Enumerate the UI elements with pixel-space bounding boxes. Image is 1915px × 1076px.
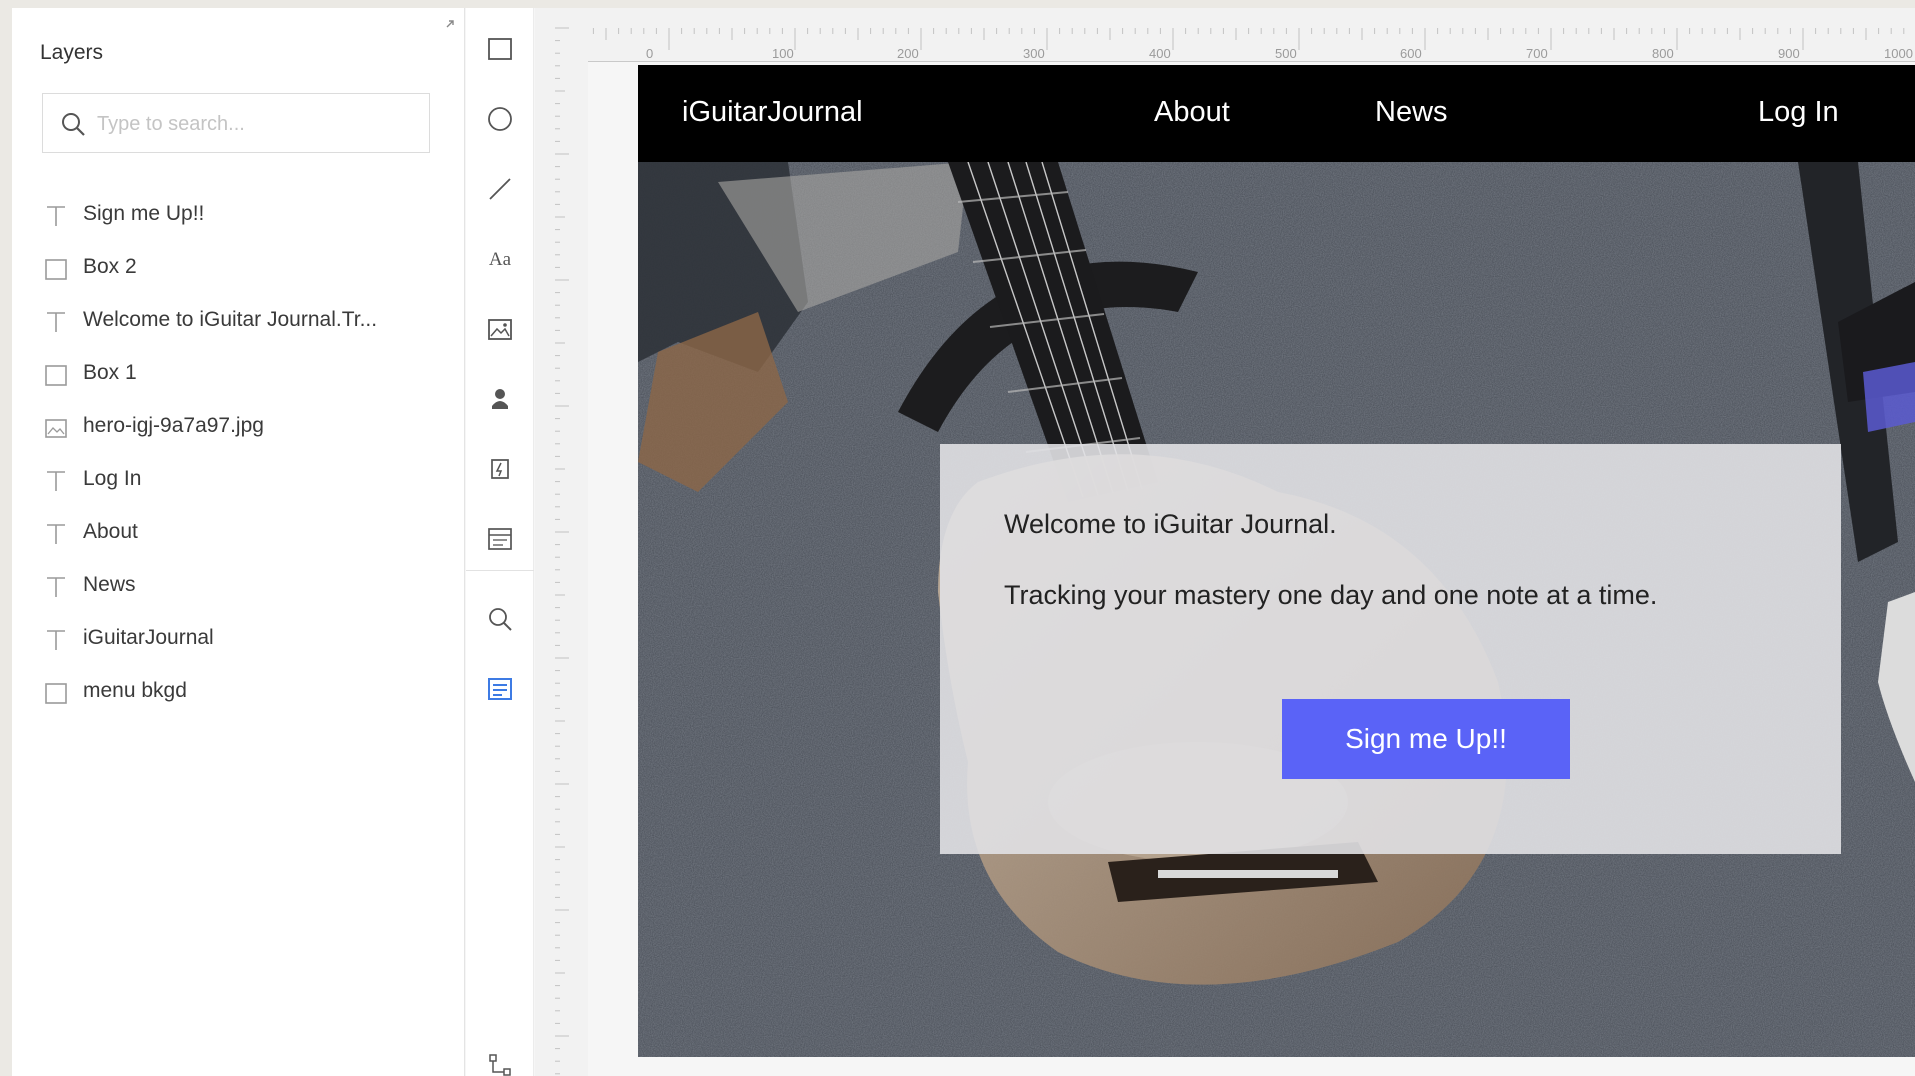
ruler-label: 900 [1778,46,1800,61]
layer-label: Box 2 [83,255,137,278]
links-tool[interactable] [482,1048,518,1076]
image-layer-icon [42,414,70,442]
line-icon [489,178,511,200]
layer-item[interactable]: iGuitarJournal [12,613,465,666]
tool-strip: Aa [466,8,534,1076]
search-icon [59,110,87,138]
welcome-tagline[interactable]: Tracking your mastery one day and one no… [1004,580,1657,611]
image-icon [488,319,512,340]
artboard[interactable]: iGuitarJournal About News Log In Welcome… [638,65,1915,1057]
vertical-ruler: 0 100 200 300 400 500 600 700 800 [535,8,611,1076]
layer-item[interactable]: Log In [12,454,465,507]
text-layer-icon [42,520,70,548]
ruler-label: 1000 [1884,46,1913,61]
rectangle-layer-icon [42,255,70,283]
image-tool[interactable] [482,311,518,347]
export-tool[interactable] [482,451,518,487]
layer-label: hero-igj-9a7a97.jpg [83,414,264,437]
export-icon [491,459,509,479]
tool-divider [466,570,534,571]
zoom-tool[interactable] [482,601,518,637]
rectangle-tool[interactable] [482,31,518,67]
design-app-window: Layers Sign me Up!! [12,8,1915,1076]
layer-item[interactable]: Box 2 [12,242,465,295]
layer-label: menu bkgd [83,679,187,702]
layer-label: News [83,573,136,596]
layer-item[interactable]: hero-igj-9a7a97.jpg [12,401,465,454]
rectangle-icon [488,38,512,60]
ruler-label: 700 [1526,46,1548,61]
ellipse-icon [488,107,512,131]
layer-item[interactable]: Welcome to iGuitar Journal.Tr... [12,295,465,348]
text-layer-icon [42,626,70,654]
text-layer-icon [42,308,70,336]
rectangle-layer-icon [42,679,70,707]
collapse-panel-icon[interactable] [442,16,458,32]
layer-label: Box 1 [83,361,137,384]
ruler-label: 0 [646,46,653,61]
site-title[interactable]: iGuitarJournal [682,96,863,129]
layer-list: Sign me Up!! Box 2 Welcome to iGuitar Jo… [12,189,465,719]
layer-item[interactable]: Box 1 [12,348,465,401]
nav-login[interactable]: Log In [1758,96,1839,129]
ruler-label: 400 [1149,46,1171,61]
ruler-label: 100 [772,46,794,61]
layers-search-input[interactable] [97,104,417,144]
layers-panel: Layers Sign me Up!! [12,8,465,1076]
svg-text:Aa: Aa [489,249,512,270]
text-tool[interactable]: Aa [482,241,518,277]
grid-icon [488,528,512,550]
component-tool[interactable] [482,381,518,417]
ruler-label: 200 [897,46,919,61]
ruler-label: 300 [1023,46,1045,61]
layer-label: About [83,520,138,543]
sign-up-button[interactable]: Sign me Up!! [1282,699,1570,779]
nav-about[interactable]: About [1154,96,1230,129]
component-icon [492,389,508,409]
ellipse-tool[interactable] [482,101,518,137]
layer-item[interactable]: News [12,560,465,613]
layers-search[interactable] [42,93,430,153]
welcome-heading[interactable]: Welcome to iGuitar Journal. [1004,509,1337,540]
text-layer-icon [42,202,70,230]
grid-tool[interactable] [482,521,518,557]
layer-item[interactable]: About [12,507,465,560]
links-icon [489,1054,511,1076]
welcome-box[interactable] [940,444,1841,854]
nav-news[interactable]: News [1375,96,1448,129]
layers-panel-title: Layers [40,41,104,64]
layer-label: iGuitarJournal [83,626,214,649]
text-layer-icon [42,573,70,601]
ruler-label: 800 [1652,46,1674,61]
rectangle-layer-icon [42,361,70,389]
zoom-icon [489,608,512,631]
layer-item[interactable]: menu bkgd [12,666,465,719]
layers-tool[interactable] [482,671,518,707]
horizontal-ruler: 0 100 200 300 400 500 600 700 800 900 10… [535,8,1915,62]
horizontal-ruler-ticks: 0 100 200 300 400 500 600 700 800 900 10… [535,28,1915,62]
vertical-ruler-ticks: 0 100 200 300 400 500 600 700 800 [555,27,611,1075]
text-layer-icon [42,467,70,495]
ruler-label: 500 [1275,46,1297,61]
layer-label: Welcome to iGuitar Journal.Tr... [83,308,378,331]
line-tool[interactable] [482,171,518,207]
text-icon: Aa [489,249,512,270]
layer-label: Log In [83,467,142,490]
layers-icon [488,678,512,700]
layer-label: Sign me Up!! [83,202,205,225]
layer-item[interactable]: Sign me Up!! [12,189,465,242]
ruler-label: 600 [1400,46,1422,61]
